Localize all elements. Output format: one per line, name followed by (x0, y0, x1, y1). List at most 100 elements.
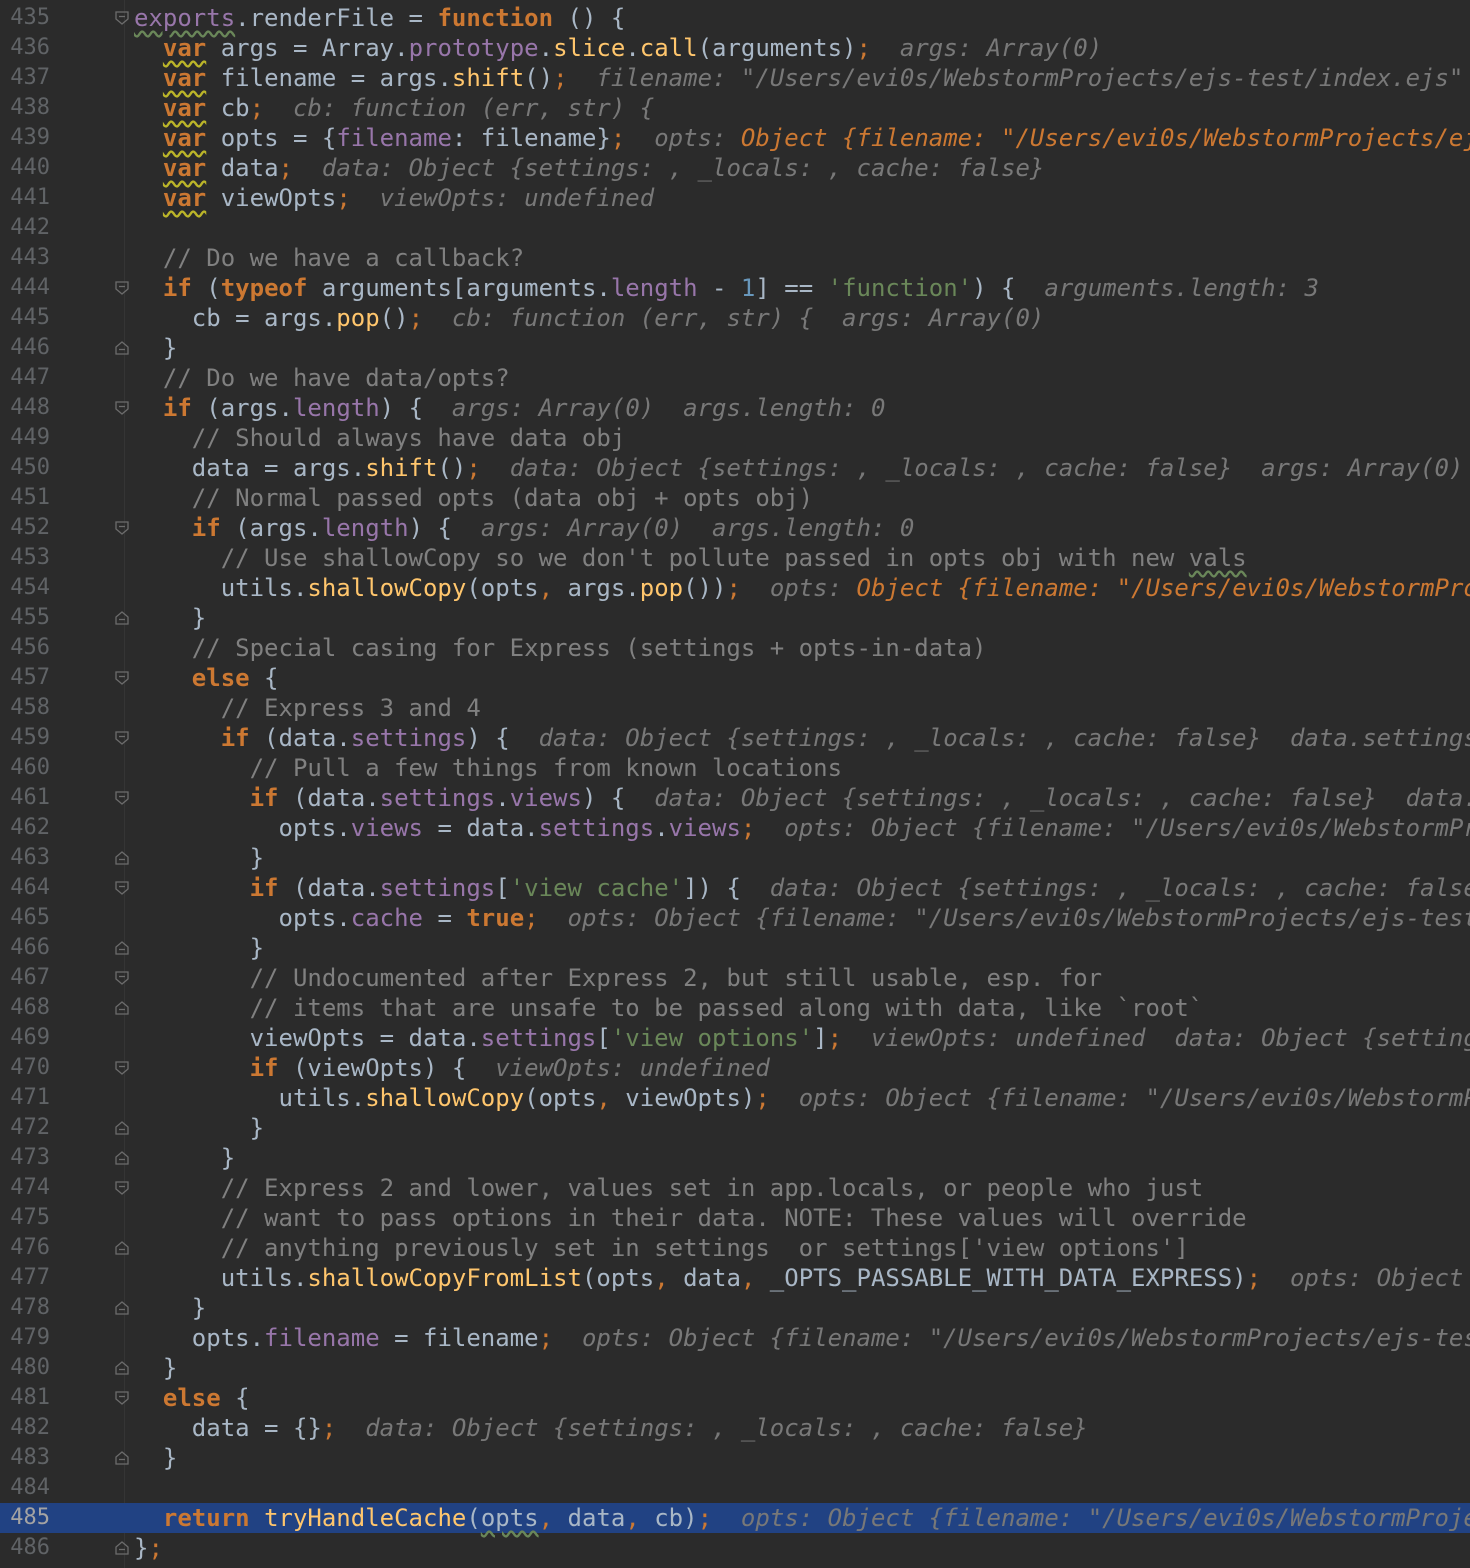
code-line[interactable]: 450 data = args.shift(); data: Object {s… (0, 453, 1470, 483)
code-line[interactable]: 460 // Pull a few things from known loca… (0, 753, 1470, 783)
code-line[interactable]: 486}; (0, 1533, 1470, 1563)
fold-open-icon[interactable] (114, 520, 130, 536)
code-token: ]) { (683, 874, 770, 902)
code-line[interactable]: 470 if (viewOpts) { viewOpts: undefined (0, 1053, 1470, 1083)
inline-debug-value: viewOpts: undefined data: Object {settin… (870, 1024, 1470, 1052)
fold-open-icon[interactable] (114, 970, 130, 986)
code-token: , (538, 1504, 554, 1532)
line-number: 452 (10, 515, 50, 540)
code-line[interactable]: 466 } (0, 933, 1470, 963)
fold-open-icon[interactable] (114, 280, 130, 296)
code-line[interactable]: 464 if (data.settings['view cache']) { d… (0, 873, 1470, 903)
fold-close-icon[interactable] (114, 850, 130, 866)
line-number: 443 (10, 245, 50, 270)
code-token: } (134, 1354, 178, 1382)
fold-open-icon[interactable] (114, 880, 130, 896)
code-line[interactable]: 447 // Do we have data/opts? (0, 363, 1470, 393)
code-line[interactable]: 443 // Do we have a callback? (0, 243, 1470, 273)
fold-open-icon[interactable] (114, 730, 130, 746)
code-text: } (134, 843, 264, 873)
code-line[interactable]: 454 utils.shallowCopy(opts, args.pop());… (0, 573, 1470, 603)
code-line[interactable]: 436 var args = Array.prototype.slice.cal… (0, 33, 1470, 63)
fold-close-icon[interactable] (114, 1300, 130, 1316)
fold-close-icon[interactable] (114, 1450, 130, 1466)
code-editor[interactable]: 435 exports.renderFile = function () {436… (0, 3, 1470, 1563)
fold-close-icon[interactable] (114, 610, 130, 626)
line-number: 478 (10, 1295, 50, 1320)
code-line[interactable]: 444 if (typeof arguments[arguments.lengt… (0, 273, 1470, 303)
code-line[interactable]: 438 var cb; cb: function (err, str) { (0, 93, 1470, 123)
code-line[interactable]: 484 (0, 1473, 1470, 1503)
code-line[interactable]: 475 // want to pass options in their dat… (0, 1203, 1470, 1233)
code-line[interactable]: 457 else { (0, 663, 1470, 693)
code-line[interactable]: 451 // Normal passed opts (data obj + op… (0, 483, 1470, 513)
code-line[interactable]: 474 // Express 2 and lower, values set i… (0, 1173, 1470, 1203)
code-line[interactable]: 476 // anything previously set in settin… (0, 1233, 1470, 1263)
fold-open-icon[interactable] (114, 10, 130, 26)
code-token: cache (350, 904, 423, 932)
code-line[interactable]: 468 // items that are unsafe to be passe… (0, 993, 1470, 1023)
code-token: (opts (466, 574, 539, 602)
code-line[interactable]: 456 // Special casing for Express (setti… (0, 633, 1470, 663)
code-text: // Express 2 and lower, values set in ap… (134, 1173, 1204, 1203)
fold-open-icon[interactable] (114, 1060, 130, 1076)
code-token: ( (191, 274, 221, 302)
fold-open-icon[interactable] (114, 400, 130, 416)
code-line[interactable]: 435 exports.renderFile = function () { (0, 3, 1470, 33)
code-text: opts.cache = true; opts: Object {filenam… (134, 903, 1470, 933)
fold-open-icon[interactable] (114, 790, 130, 806)
code-token: (data. (249, 724, 351, 752)
fold-open-icon[interactable] (114, 670, 130, 686)
code-line-current[interactable]: 485 return tryHandleCache(opts, data, cb… (0, 1503, 1470, 1533)
code-line[interactable]: 462 opts.views = data.settings.views; op… (0, 813, 1470, 843)
fold-close-icon[interactable] (114, 1150, 130, 1166)
code-token: data (206, 154, 279, 182)
code-line[interactable]: 437 var filename = args.shift(); filenam… (0, 63, 1470, 93)
code-line[interactable]: 471 utils.shallowCopy(opts, viewOpts); o… (0, 1083, 1470, 1113)
code-line[interactable]: 482 data = {}; data: Object {settings: ,… (0, 1413, 1470, 1443)
code-line[interactable]: 483 } (0, 1443, 1470, 1473)
code-line[interactable]: 463 } (0, 843, 1470, 873)
code-text: if (data.settings.views) { data: Object … (134, 783, 1470, 813)
code-line[interactable]: 452 if (args.length) { args: Array(0) ar… (0, 513, 1470, 543)
fold-close-icon[interactable] (114, 1120, 130, 1136)
code-line[interactable]: 459 if (data.settings) { data: Object {s… (0, 723, 1470, 753)
inline-debug-value: data: Object {settings: , _locals: , cac… (538, 724, 1470, 752)
code-line[interactable]: 439 var opts = {filename: filename}; opt… (0, 123, 1470, 153)
code-line[interactable]: 455 } (0, 603, 1470, 633)
code-line[interactable]: 467 // Undocumented after Express 2, but… (0, 963, 1470, 993)
inline-debug-value: Object {filename: "/Users/evi0s/Webstorm… (856, 574, 1470, 602)
fold-close-icon[interactable] (114, 340, 130, 356)
code-line[interactable]: 478 } (0, 1293, 1470, 1323)
code-text: viewOpts = data.settings['view options']… (134, 1023, 1470, 1053)
code-line[interactable]: 473 } (0, 1143, 1470, 1173)
code-line[interactable]: 453 // Use shallowCopy so we don't pollu… (0, 543, 1470, 573)
code-text: // want to pass options in their data. N… (134, 1203, 1247, 1233)
fold-close-icon[interactable] (114, 1360, 130, 1376)
code-line[interactable]: 446 } (0, 333, 1470, 363)
code-line[interactable]: 461 if (data.settings.views) { data: Obj… (0, 783, 1470, 813)
code-line[interactable]: 477 utils.shallowCopyFromList(opts, data… (0, 1263, 1470, 1293)
code-line[interactable]: 481 else { (0, 1383, 1470, 1413)
code-line[interactable]: 472 } (0, 1113, 1470, 1143)
code-line[interactable]: 442 (0, 213, 1470, 243)
fold-open-icon[interactable] (114, 1180, 130, 1196)
code-line[interactable]: 441 var viewOpts; viewOpts: undefined (0, 183, 1470, 213)
line-number: 450 (10, 455, 50, 480)
fold-close-icon[interactable] (114, 1240, 130, 1256)
fold-close-icon[interactable] (114, 940, 130, 956)
fold-close-icon[interactable] (114, 1540, 130, 1556)
code-line[interactable]: 469 viewOpts = data.settings['view optio… (0, 1023, 1470, 1053)
code-line[interactable]: 440 var data; data: Object {settings: , … (0, 153, 1470, 183)
fold-close-icon[interactable] (114, 1000, 130, 1016)
code-line[interactable]: 448 if (args.length) { args: Array(0) ar… (0, 393, 1470, 423)
code-line[interactable]: 449 // Should always have data obj (0, 423, 1470, 453)
code-line[interactable]: 465 opts.cache = true; opts: Object {fil… (0, 903, 1470, 933)
code-line[interactable]: 458 // Express 3 and 4 (0, 693, 1470, 723)
code-line[interactable]: 479 opts.filename = filename; opts: Obje… (0, 1323, 1470, 1353)
code-line[interactable]: 445 cb = args.pop(); cb: function (err, … (0, 303, 1470, 333)
fold-open-icon[interactable] (114, 1390, 130, 1406)
code-line[interactable]: 480 } (0, 1353, 1470, 1383)
